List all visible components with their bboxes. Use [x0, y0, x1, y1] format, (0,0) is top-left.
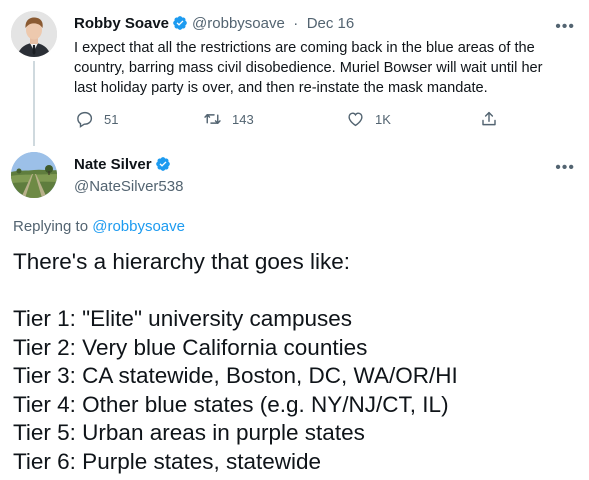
parent-tweet-text: I expect that all the restrictions are c…: [74, 40, 543, 96]
like-button[interactable]: 1K: [346, 110, 391, 128]
parent-author-handle[interactable]: @robbysoave: [192, 15, 285, 32]
tier-line: Tier 3: CA statewide, Boston, DC, WA/OR/…: [13, 363, 458, 388]
tier-line: Tier 5: Urban areas in purple states: [13, 420, 365, 445]
tier-line: Tier 2: Very blue California counties: [13, 334, 368, 360]
main-tweet-text: There's a hierarchy that goes like: Tier…: [13, 248, 573, 476]
nate-silver-avatar[interactable]: [11, 152, 57, 198]
reply-icon: [77, 111, 93, 128]
share-icon: [482, 111, 496, 126]
more-options-icon[interactable]: •••: [555, 19, 575, 35]
reply-count: 51: [104, 111, 119, 127]
verified-badge-icon: [172, 15, 188, 36]
replying-to-handle-link[interactable]: @robbysoave: [92, 218, 185, 235]
replying-to-line: Replying to @robbysoave: [13, 218, 185, 235]
retweet-icon: [204, 114, 221, 124]
heart-icon: [348, 112, 363, 127]
share-button[interactable]: [480, 110, 498, 128]
thread-connector-line: [33, 61, 35, 146]
like-count: 1K: [375, 111, 391, 127]
tier-line: Tier 6: Purple states, statewide: [13, 448, 322, 474]
tier-line: Tier 1: "Elite" university campuses: [13, 306, 353, 331]
replying-to-prefix: Replying to: [13, 218, 89, 235]
avatar-robby-image: [11, 11, 57, 57]
verified-badge-icon: [155, 156, 171, 177]
header-separator: ·: [293, 15, 299, 32]
tier-line: Tier 4: Other blue states (e.g. NY/NJ/CT…: [13, 391, 449, 417]
parent-tweet-date[interactable]: Dec 16: [307, 15, 355, 32]
main-author-name[interactable]: Nate Silver: [74, 156, 152, 173]
tweet-intro-line: There's a hierarchy that goes like:: [13, 249, 350, 274]
more-options-icon[interactable]: •••: [555, 160, 575, 176]
retweet-button[interactable]: 143: [203, 110, 254, 128]
retweet-count: 143: [232, 111, 254, 127]
parent-author-name[interactable]: Robby Soave: [74, 15, 169, 32]
main-author-name-row: Nate Silver: [74, 156, 171, 177]
avatar-nate-image: [11, 152, 57, 198]
reply-button[interactable]: 51: [76, 110, 118, 128]
parent-tweet-actions: 51 143 1K: [74, 110, 514, 130]
parent-tweet-header: Robby Soave @robbysoave · Dec 16: [74, 15, 354, 36]
main-author-handle[interactable]: @NateSilver538: [74, 178, 183, 195]
robby-soave-avatar[interactable]: [11, 11, 57, 57]
